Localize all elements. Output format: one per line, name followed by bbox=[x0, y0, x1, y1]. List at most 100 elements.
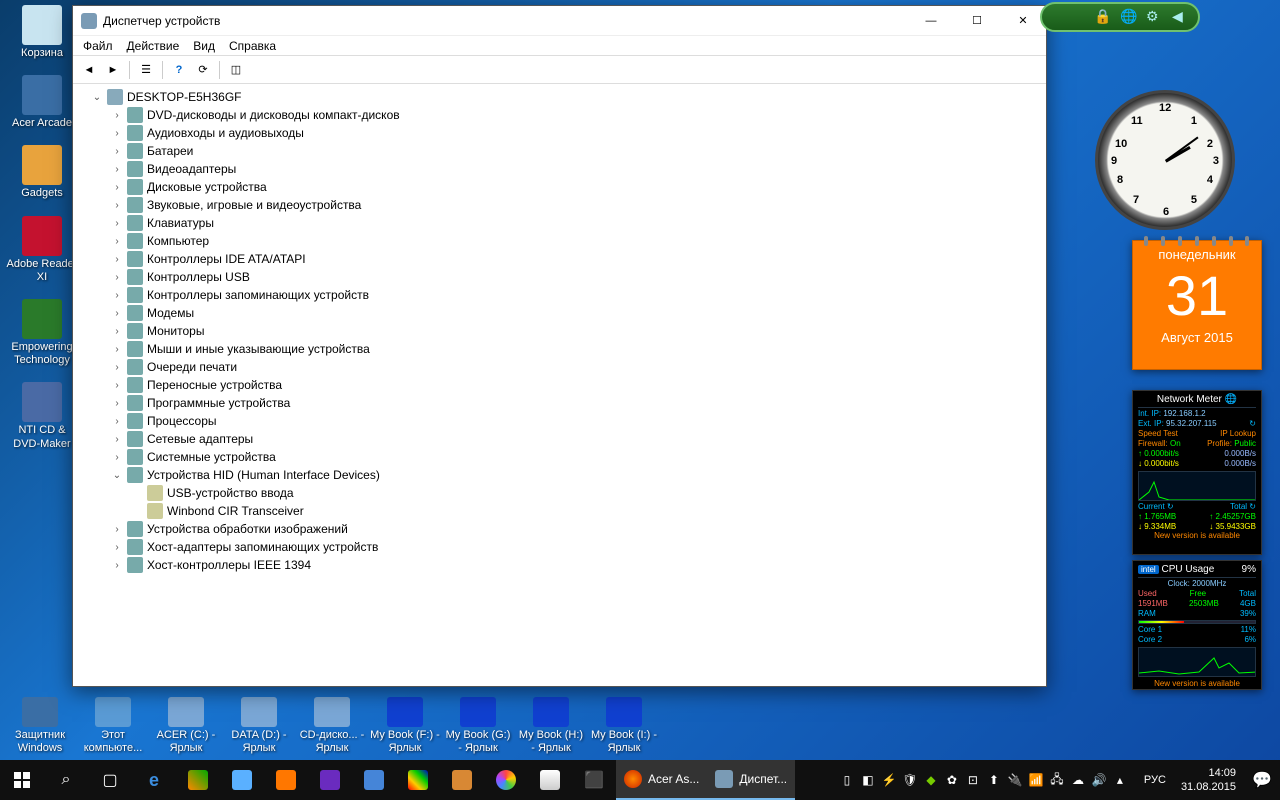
tray-icon[interactable]: ⬆ bbox=[985, 771, 1003, 789]
tree-category[interactable]: ›Аудиовходы и аудиовыходы bbox=[73, 124, 1046, 142]
desktop-icon[interactable]: Acer Arcade bbox=[5, 75, 79, 130]
chevron-left-icon[interactable]: ◀ bbox=[1172, 8, 1190, 26]
tree-category[interactable]: ›Хост-контроллеры IEEE 1394 bbox=[73, 556, 1046, 574]
minimize-button[interactable]: — bbox=[908, 6, 954, 36]
tree-category[interactable]: ›Мониторы bbox=[73, 322, 1046, 340]
tree-category[interactable]: ›Звуковые, игровые и видеоустройства bbox=[73, 196, 1046, 214]
tree-category[interactable]: ›DVD-дисководы и дисководы компакт-диско… bbox=[73, 106, 1046, 124]
menu-item[interactable]: Действие bbox=[127, 39, 180, 53]
tree-category[interactable]: ›Клавиатуры bbox=[73, 214, 1046, 232]
pinned-app-1[interactable] bbox=[176, 760, 220, 800]
close-button[interactable]: ✕ bbox=[1000, 6, 1046, 36]
desktop-icon[interactable]: Защитник Windows bbox=[5, 697, 75, 755]
cpu-meter-widget[interactable]: intel CPU Usage9% Clock: 2000MHz UsedFre… bbox=[1132, 560, 1262, 690]
window-title: Диспетчер устройств bbox=[103, 14, 908, 28]
taskbar-clock[interactable]: 14:09 31.08.2015 bbox=[1173, 766, 1244, 795]
pinned-app-9[interactable] bbox=[528, 760, 572, 800]
desktop-icon[interactable]: NTI CD & DVD-Maker bbox=[5, 382, 79, 450]
notifications-icon[interactable]: 💬 bbox=[1244, 760, 1280, 800]
desktop-icon[interactable]: My Book (G:) - Ярлык bbox=[443, 697, 513, 755]
tray-icon[interactable]: ⊡ bbox=[964, 771, 982, 789]
tree-device[interactable]: Winbond CIR Transceiver bbox=[73, 502, 1046, 520]
tray-icon[interactable]: ☁ bbox=[1069, 771, 1087, 789]
tray-icon[interactable]: ◧ bbox=[859, 771, 877, 789]
tree-category[interactable]: ›Контроллеры IDE ATA/ATAPI bbox=[73, 250, 1046, 268]
pinned-app-6[interactable] bbox=[396, 760, 440, 800]
tree-device[interactable]: USB-устройство ввода bbox=[73, 484, 1046, 502]
back-button[interactable]: ◄ bbox=[79, 60, 99, 80]
desktop-icon[interactable]: DATA (D:) - Ярлык bbox=[224, 697, 294, 755]
desktop-icon[interactable]: Корзина bbox=[5, 5, 79, 60]
desktop-icon[interactable]: My Book (F:) - Ярлык bbox=[370, 697, 440, 755]
tree-category[interactable]: ›Компьютер bbox=[73, 232, 1046, 250]
desktop-icon[interactable]: Этот компьюте... bbox=[78, 697, 148, 755]
widget-launcher-bar[interactable]: 🔒 🌐 ⚙ ◀ bbox=[1040, 2, 1200, 32]
tray-icon[interactable]: ▯ bbox=[838, 771, 856, 789]
taskbar-app-devmgr[interactable]: Диспет... bbox=[707, 760, 795, 800]
volume-icon[interactable]: 🔊 bbox=[1090, 771, 1108, 789]
network-meter-widget[interactable]: Network Meter 🌐 Int. IP: 192.168.1.2 Ext… bbox=[1132, 390, 1262, 555]
menu-item[interactable]: Файл bbox=[83, 39, 113, 53]
tree-category[interactable]: ›Переносные устройства bbox=[73, 376, 1046, 394]
pinned-app-4[interactable] bbox=[308, 760, 352, 800]
tree-category[interactable]: ›Сетевые адаптеры bbox=[73, 430, 1046, 448]
tray-icon[interactable]: 🛡 bbox=[901, 771, 919, 789]
tree-category[interactable]: ›Программные устройства bbox=[73, 394, 1046, 412]
tree-category[interactable]: ›Хост-адаптеры запоминающих устройств bbox=[73, 538, 1046, 556]
tree-root[interactable]: ⌄DESKTOP-E5H36GF bbox=[73, 88, 1046, 106]
tray-icon[interactable]: ◆ bbox=[922, 771, 940, 789]
desktop-icon[interactable]: ACER (C:) - Ярлык bbox=[151, 697, 221, 755]
tree-category[interactable]: ›Модемы bbox=[73, 304, 1046, 322]
menu-item[interactable]: Справка bbox=[229, 39, 276, 53]
desktop-icon[interactable]: Empowering Technology bbox=[5, 299, 79, 367]
tree-category[interactable]: ›Контроллеры запоминающих устройств bbox=[73, 286, 1046, 304]
desktop-icon[interactable]: Gadgets bbox=[5, 145, 79, 200]
chevron-up-icon[interactable]: ▴ bbox=[1111, 771, 1129, 789]
tree-category[interactable]: ›Контроллеры USB bbox=[73, 268, 1046, 286]
store-icon[interactable]: ⬛ bbox=[572, 760, 616, 800]
lock-icon[interactable]: 🔒 bbox=[1094, 8, 1112, 26]
clock-widget[interactable]: 12 1 2 3 4 5 6 7 8 9 10 11 bbox=[1095, 90, 1235, 230]
pinned-app-5[interactable] bbox=[352, 760, 396, 800]
forward-button[interactable]: ► bbox=[103, 60, 123, 80]
maximize-button[interactable]: ☐ bbox=[954, 6, 1000, 36]
edge-icon[interactable]: e bbox=[132, 760, 176, 800]
pinned-app-8[interactable] bbox=[484, 760, 528, 800]
tray-icon[interactable]: 📶 bbox=[1027, 771, 1045, 789]
tray-icon[interactable]: 🔌 bbox=[1006, 771, 1024, 789]
pinned-app-7[interactable] bbox=[440, 760, 484, 800]
devices-icon[interactable]: ◫ bbox=[226, 60, 246, 80]
tree-category[interactable]: ›Видеоадаптеры bbox=[73, 160, 1046, 178]
tray-icon[interactable]: ⚡ bbox=[880, 771, 898, 789]
task-view-icon[interactable]: ▢ bbox=[88, 760, 132, 800]
tray-icon[interactable]: 🖧 bbox=[1048, 771, 1066, 789]
gear-icon[interactable]: ⚙ bbox=[1146, 8, 1164, 26]
pinned-app-2[interactable] bbox=[220, 760, 264, 800]
desktop-icon[interactable]: My Book (I:) - Ярлык bbox=[589, 697, 659, 755]
desktop-icons-bottom: Защитник WindowsЭтот компьюте...ACER (C:… bbox=[5, 697, 659, 755]
tree-category[interactable]: ›Процессоры bbox=[73, 412, 1046, 430]
scan-icon[interactable]: ⟳ bbox=[193, 60, 213, 80]
tray-icon[interactable]: ✿ bbox=[943, 771, 961, 789]
search-icon[interactable]: ⌕ bbox=[44, 760, 88, 800]
calendar-widget[interactable]: понедельник 31 Август 2015 bbox=[1132, 240, 1262, 370]
tree-category[interactable]: ›Дисковые устройства bbox=[73, 178, 1046, 196]
tree-category[interactable]: ›Очереди печати bbox=[73, 358, 1046, 376]
taskbar-app-firefox[interactable]: Acer As... bbox=[616, 760, 707, 800]
desktop-icon[interactable]: CD-диско... - Ярлык bbox=[297, 697, 367, 755]
tree-view-icon[interactable]: ☰ bbox=[136, 60, 156, 80]
tree-category[interactable]: ›Устройства обработки изображений bbox=[73, 520, 1046, 538]
help-icon[interactable]: ? bbox=[169, 60, 189, 80]
tree-category[interactable]: ›Батареи bbox=[73, 142, 1046, 160]
desktop-icon[interactable]: Adobe Reader XI bbox=[5, 216, 79, 284]
tree-category[interactable]: ⌄Устройства HID (Human Interface Devices… bbox=[73, 466, 1046, 484]
titlebar[interactable]: Диспетчер устройств — ☐ ✕ bbox=[73, 6, 1046, 36]
globe-icon[interactable]: 🌐 bbox=[1120, 8, 1138, 26]
start-button[interactable] bbox=[0, 760, 44, 800]
menu-item[interactable]: Вид bbox=[193, 39, 215, 53]
desktop-icon[interactable]: My Book (H:) - Ярлык bbox=[516, 697, 586, 755]
language-indicator[interactable]: РУС bbox=[1137, 760, 1173, 800]
tree-category[interactable]: ›Мыши и иные указывающие устройства bbox=[73, 340, 1046, 358]
tree-category[interactable]: ›Системные устройства bbox=[73, 448, 1046, 466]
pinned-app-3[interactable] bbox=[264, 760, 308, 800]
